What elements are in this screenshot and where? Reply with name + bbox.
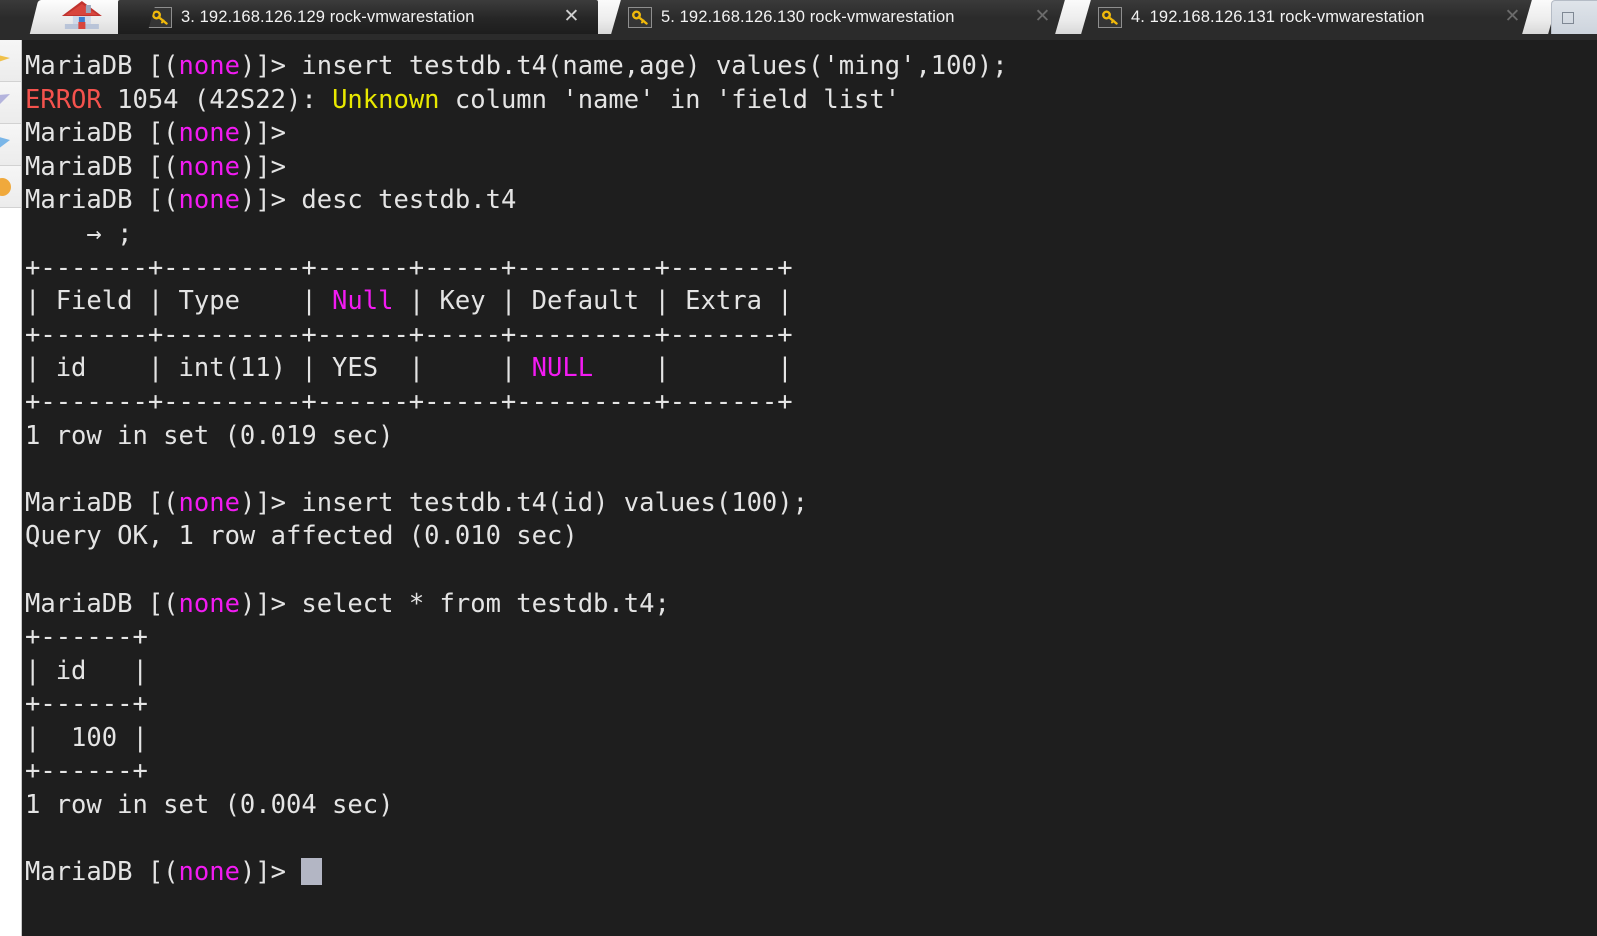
terminal-text: +------+ bbox=[25, 756, 148, 786]
terminal-text: none bbox=[179, 51, 240, 81]
terminal-text: MariaDB [( bbox=[25, 118, 179, 148]
terminal-text: )]> desc testdb.t4 bbox=[240, 185, 516, 215]
terminal-text: )]> insert testdb.t4(name,age) values('m… bbox=[240, 51, 1008, 81]
terminal-text: 1 row in set (0.019 sec) bbox=[25, 421, 393, 451]
terminal-text: | id | int(11) | YES | | bbox=[25, 353, 532, 383]
terminal-text: )]> bbox=[240, 118, 286, 148]
terminal-cursor bbox=[301, 858, 321, 885]
left-sidebar bbox=[0, 40, 22, 936]
terminal-line: MariaDB [(none)]> select * from testdb.t… bbox=[25, 588, 1008, 622]
terminal-text: +-------+---------+------+-----+--------… bbox=[25, 253, 793, 283]
terminal-text: Query OK, 1 row affected (0.010 sec) bbox=[25, 521, 578, 551]
terminal-line: MariaDB [(none)]> bbox=[25, 151, 1008, 185]
tab-label: 5. 192.168.126.130 rock-vmwarestation bbox=[661, 8, 1049, 27]
terminal-text: none bbox=[179, 857, 240, 887]
terminal-line: | id | int(11) | YES | | NULL | | bbox=[25, 352, 1008, 386]
terminal-text: +------+ bbox=[25, 622, 148, 652]
key-icon bbox=[1098, 7, 1122, 28]
square-icon bbox=[1562, 12, 1574, 24]
terminal-line: Query OK, 1 row affected (0.010 sec) bbox=[25, 520, 1008, 554]
tab-session-2[interactable]: 5. 192.168.126.130 rock-vmwarestation ✕ bbox=[596, 0, 1066, 34]
terminal-line: MariaDB [(none)]> bbox=[25, 856, 1008, 890]
terminal-line: 1 row in set (0.019 sec) bbox=[25, 420, 1008, 454]
terminal-output: MariaDB [(none)]> insert testdb.t4(name,… bbox=[25, 50, 1008, 890]
terminal-line: +------+ bbox=[25, 755, 1008, 789]
rail-button-2[interactable] bbox=[0, 82, 22, 124]
terminal-text: Unknown bbox=[332, 85, 439, 115]
terminal-line: | id | bbox=[25, 655, 1008, 689]
terminal-line: | 100 | bbox=[25, 722, 1008, 756]
terminal-line: MariaDB [(none)]> desc testdb.t4 bbox=[25, 184, 1008, 218]
terminal-text: ERROR bbox=[25, 85, 102, 115]
terminal-text: )]> bbox=[240, 857, 301, 887]
terminal-text: none bbox=[179, 589, 240, 619]
house-icon bbox=[60, 0, 104, 34]
terminal-line: | Field | Type | Null | Key | Default | … bbox=[25, 285, 1008, 319]
terminal-text: | | bbox=[593, 353, 793, 383]
tab-session-3[interactable]: 4. 192.168.126.131 rock-vmwarestation ✕ bbox=[1066, 0, 1536, 34]
terminal-text: 1 row in set (0.004 sec) bbox=[25, 790, 393, 820]
yellow-arrow-icon bbox=[0, 48, 12, 74]
terminal-pane[interactable]: MariaDB [(none)]> insert testdb.t4(name,… bbox=[22, 40, 1597, 936]
terminal-text: none bbox=[179, 185, 240, 215]
terminal-line: 1 row in set (0.004 sec) bbox=[25, 789, 1008, 823]
tab-label: 4. 192.168.126.131 rock-vmwarestation bbox=[1131, 8, 1519, 27]
terminal-text: column 'name' in 'field list' bbox=[440, 85, 901, 115]
key-icon bbox=[148, 7, 172, 28]
terminal-text: NULL bbox=[532, 353, 593, 383]
blue-arrow-icon bbox=[0, 132, 12, 158]
rail-button-4[interactable] bbox=[0, 166, 22, 208]
terminal-line: MariaDB [(none)]> insert testdb.t4(name,… bbox=[25, 50, 1008, 84]
terminal-text: +------+ bbox=[25, 689, 148, 719]
tab-close-button[interactable]: ✕ bbox=[1503, 7, 1522, 26]
terminal-line: +------+ bbox=[25, 621, 1008, 655]
orange-circle-icon bbox=[0, 174, 12, 200]
terminal-text: MariaDB [( bbox=[25, 488, 179, 518]
tab-session-1[interactable]: 3. 192.168.126.129 rock-vmwarestation ✕ bbox=[118, 0, 598, 34]
terminal-text: )]> select * from testdb.t4; bbox=[240, 589, 670, 619]
tab-close-button[interactable]: ✕ bbox=[1033, 7, 1052, 26]
terminal-text: MariaDB [( bbox=[25, 857, 179, 887]
terminal-text: )]> insert testdb.t4(id) values(100); bbox=[240, 488, 808, 518]
terminal-text: 1054 (42S22): bbox=[102, 85, 332, 115]
tab-label: 3. 192.168.126.129 rock-vmwarestation bbox=[181, 8, 581, 27]
terminal-line bbox=[25, 453, 1008, 487]
terminal-line: → ; bbox=[25, 218, 1008, 252]
terminal-line bbox=[25, 554, 1008, 588]
terminal-text: MariaDB [( bbox=[25, 185, 179, 215]
terminal-text: )]> bbox=[240, 152, 286, 182]
terminal-text: +-------+---------+------+-----+--------… bbox=[25, 387, 793, 417]
terminal-line: +-------+---------+------+-----+--------… bbox=[25, 252, 1008, 286]
terminal-line: +-------+---------+------+-----+--------… bbox=[25, 386, 1008, 420]
terminal-line: +------+ bbox=[25, 688, 1008, 722]
terminal-text: MariaDB [( bbox=[25, 51, 179, 81]
application-window: 3. 192.168.126.129 rock-vmwarestation ✕ … bbox=[0, 0, 1597, 936]
rail-button-1[interactable] bbox=[0, 40, 22, 82]
terminal-line: MariaDB [(none)]> insert testdb.t4(id) v… bbox=[25, 487, 1008, 521]
terminal-text: none bbox=[179, 488, 240, 518]
terminal-text: MariaDB [( bbox=[25, 589, 179, 619]
terminal-text: none bbox=[179, 118, 240, 148]
new-session-tab[interactable] bbox=[1551, 0, 1597, 34]
terminal-text: | id | bbox=[25, 656, 148, 686]
terminal-text: MariaDB [( bbox=[25, 152, 179, 182]
tab-bar: 3. 192.168.126.129 rock-vmwarestation ✕ … bbox=[0, 0, 1597, 40]
terminal-text: | 100 | bbox=[25, 723, 148, 753]
terminal-text: none bbox=[179, 152, 240, 182]
terminal-text: | Key | Default | Extra | bbox=[393, 286, 792, 316]
terminal-text: → ; bbox=[25, 219, 132, 249]
terminal-text: Null bbox=[332, 286, 393, 316]
terminal-line bbox=[25, 823, 1008, 857]
terminal-line: MariaDB [(none)]> bbox=[25, 117, 1008, 151]
tab-close-button[interactable]: ✕ bbox=[562, 7, 581, 26]
rail-button-3[interactable] bbox=[0, 124, 22, 166]
terminal-text: | Field | Type | bbox=[25, 286, 332, 316]
terminal-text: +-------+---------+------+-----+--------… bbox=[25, 320, 793, 350]
terminal-line: ERROR 1054 (42S22): Unknown column 'name… bbox=[25, 84, 1008, 118]
lavender-arrow-icon bbox=[0, 90, 12, 116]
terminal-line: +-------+---------+------+-----+--------… bbox=[25, 319, 1008, 353]
key-icon bbox=[628, 7, 652, 28]
